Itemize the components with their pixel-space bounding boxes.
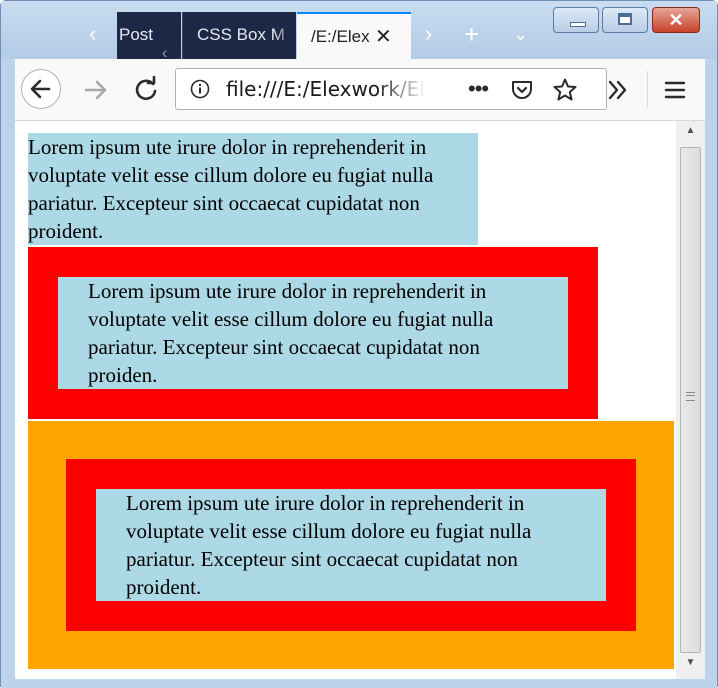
- tab-css-box-model-label: CSS Box M: [197, 25, 285, 44]
- vertical-scrollbar[interactable]: ▲ ▼: [676, 121, 705, 679]
- overflow-menu-icon[interactable]: [605, 77, 631, 103]
- scroll-up-icon[interactable]: ▲: [676, 125, 705, 136]
- lorem-text-3: Lorem ipsum ute irure dolor in reprehend…: [126, 491, 532, 599]
- lorem-text-2: Lorem ipsum ute irure dolor in reprehend…: [88, 279, 494, 387]
- orange-outer-box: Lorem ipsum ute irure dolor in reprehend…: [28, 421, 674, 669]
- page-viewport: Lorem ipsum ute irure dolor in reprehend…: [15, 121, 676, 679]
- tab-active-file-label: /E:/Elex: [311, 27, 369, 46]
- page-actions-icon[interactable]: •••: [468, 71, 489, 107]
- minimize-icon: [570, 22, 586, 27]
- maximize-icon: [618, 13, 632, 25]
- close-window-icon: ✕: [668, 10, 684, 30]
- tab-post-close-icon[interactable]: ‹: [162, 43, 168, 59]
- tab-close-icon[interactable]: ✕: [375, 14, 392, 59]
- tabs-scroll-right-icon[interactable]: ›: [425, 19, 432, 49]
- lorem-text-1: Lorem ipsum ute irure dolor in reprehend…: [28, 135, 434, 243]
- tabs-scroll-left-icon[interactable]: ‹: [89, 19, 96, 49]
- forward-arrow-icon[interactable]: [81, 75, 111, 105]
- back-button[interactable]: [21, 69, 61, 109]
- tab-css-box-model[interactable]: CSS Box M: [182, 12, 296, 59]
- red-inner-box: Lorem ipsum ute irure dolor in reprehend…: [66, 459, 636, 631]
- tab-post[interactable]: Post ‹: [117, 12, 181, 59]
- url-bar[interactable]: file:///E:/Elexwork/Ele •••: [175, 68, 607, 110]
- scrollbar-thumb[interactable]: [680, 147, 701, 653]
- thumb-grip-icon: [686, 392, 695, 401]
- list-all-tabs-icon[interactable]: ⌄: [513, 19, 528, 49]
- info-icon[interactable]: [190, 79, 210, 99]
- minimize-button[interactable]: [553, 7, 599, 33]
- tab-active-file[interactable]: /E:/Elex ✕: [297, 12, 411, 59]
- lorem-box-3: Lorem ipsum ute irure dolor in reprehend…: [96, 489, 606, 601]
- lorem-box-1: Lorem ipsum ute irure dolor in reprehend…: [28, 133, 478, 245]
- new-tab-icon[interactable]: +: [464, 19, 479, 49]
- tab-strip: ‹ Post ‹ CSS Box M /E:/Elex ✕ › + ⌄ ✕: [1, 1, 717, 59]
- bookmark-star-icon[interactable]: [552, 77, 578, 103]
- browser-window: ‹ Post ‹ CSS Box M /E:/Elex ✕ › + ⌄ ✕ fi…: [0, 0, 718, 688]
- toolbar-divider: [647, 71, 648, 107]
- pocket-icon[interactable]: [510, 78, 534, 102]
- lorem-box-2: Lorem ipsum ute irure dolor in reprehend…: [58, 277, 568, 389]
- scroll-down-icon[interactable]: ▼: [676, 657, 705, 668]
- tab-post-label: Post: [119, 25, 154, 44]
- red-border-box: Lorem ipsum ute irure dolor in reprehend…: [28, 247, 598, 419]
- back-arrow-icon: [30, 79, 51, 99]
- maximize-button[interactable]: [602, 7, 648, 33]
- hamburger-menu-icon[interactable]: [663, 78, 687, 102]
- reload-icon[interactable]: [131, 75, 161, 105]
- navigation-toolbar: file:///E:/Elexwork/Ele •••: [15, 59, 705, 121]
- close-window-button[interactable]: ✕: [652, 7, 700, 33]
